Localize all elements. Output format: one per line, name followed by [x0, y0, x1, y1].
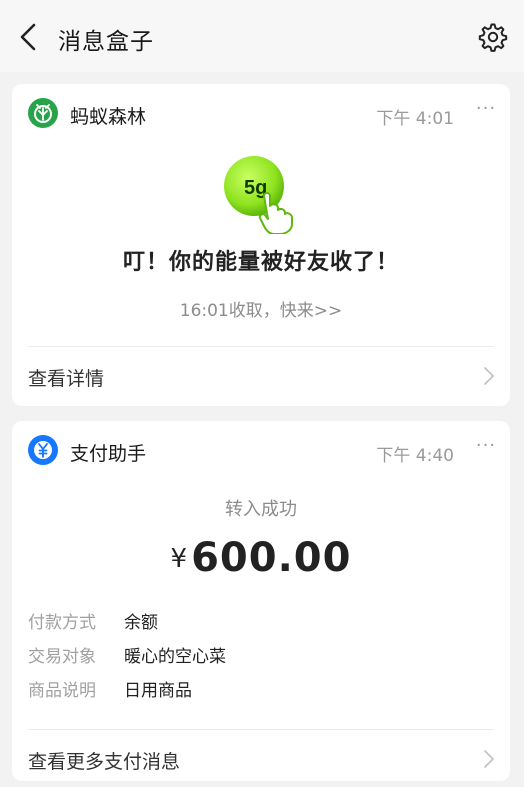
message-time: 下午 4:40 — [376, 446, 454, 466]
detail-row-payment-method: 付款方式 余额 — [28, 608, 158, 634]
chevron-left-icon — [20, 23, 36, 51]
ant-forest-icon — [28, 98, 58, 128]
app-name: 支付助手 — [70, 443, 147, 465]
energy-headline: 叮！你的能量被好友收了！ — [122, 250, 399, 275]
more-payment-messages-label: 查看更多支付消息 — [28, 751, 181, 773]
back-button[interactable] — [14, 20, 44, 54]
more-payment-messages-row[interactable]: 查看更多支付消息 — [12, 731, 510, 787]
more-options-button[interactable]: ··· — [474, 437, 498, 459]
transfer-status: 转入成功 — [225, 499, 297, 520]
energy-ball-illustration: 5g — [218, 154, 308, 235]
currency-symbol: ¥ — [170, 544, 188, 574]
gear-icon — [478, 23, 508, 52]
message-card-payment: 支付助手 下午 4:40 ··· 转入成功 ¥600.00 付款方式 余额 交易对… — [12, 421, 510, 781]
detail-value: 日用商品 — [124, 681, 192, 701]
yuan-icon — [28, 435, 58, 465]
app-name: 蚂蚁森林 — [70, 106, 147, 128]
divider — [28, 729, 494, 730]
top-bar: 消息盒子 — [0, 0, 524, 72]
amount-value: 600.00 — [191, 535, 352, 581]
message-time: 下午 4:01 — [376, 109, 454, 129]
view-details-label: 查看详情 — [28, 368, 105, 390]
detail-label: 付款方式 — [28, 613, 96, 633]
view-details-row[interactable]: 查看详情 — [12, 348, 510, 404]
detail-value: 余额 — [124, 613, 158, 633]
page-title: 消息盒子 — [58, 29, 154, 55]
settings-button[interactable] — [476, 20, 510, 54]
more-options-button[interactable]: ··· — [474, 100, 498, 122]
detail-label: 商品说明 — [28, 681, 96, 701]
detail-value: 暖心的空心菜 — [124, 647, 226, 667]
payment-amount: ¥600.00 — [12, 535, 510, 581]
detail-row-counterparty: 交易对象 暖心的空心菜 — [28, 642, 226, 668]
collect-time-link[interactable]: 16:01收取，快来>> — [12, 296, 510, 321]
chevron-right-icon — [484, 367, 494, 385]
chevron-right-icon — [484, 750, 494, 768]
detail-row-description: 商品说明 日用商品 — [28, 676, 192, 702]
divider — [28, 346, 494, 347]
detail-label: 交易对象 — [28, 647, 96, 667]
message-card-ant-forest: 蚂蚁森林 下午 4:01 ··· 5g 叮！你的能量被好友收了！ 16:01收取… — [12, 84, 510, 406]
